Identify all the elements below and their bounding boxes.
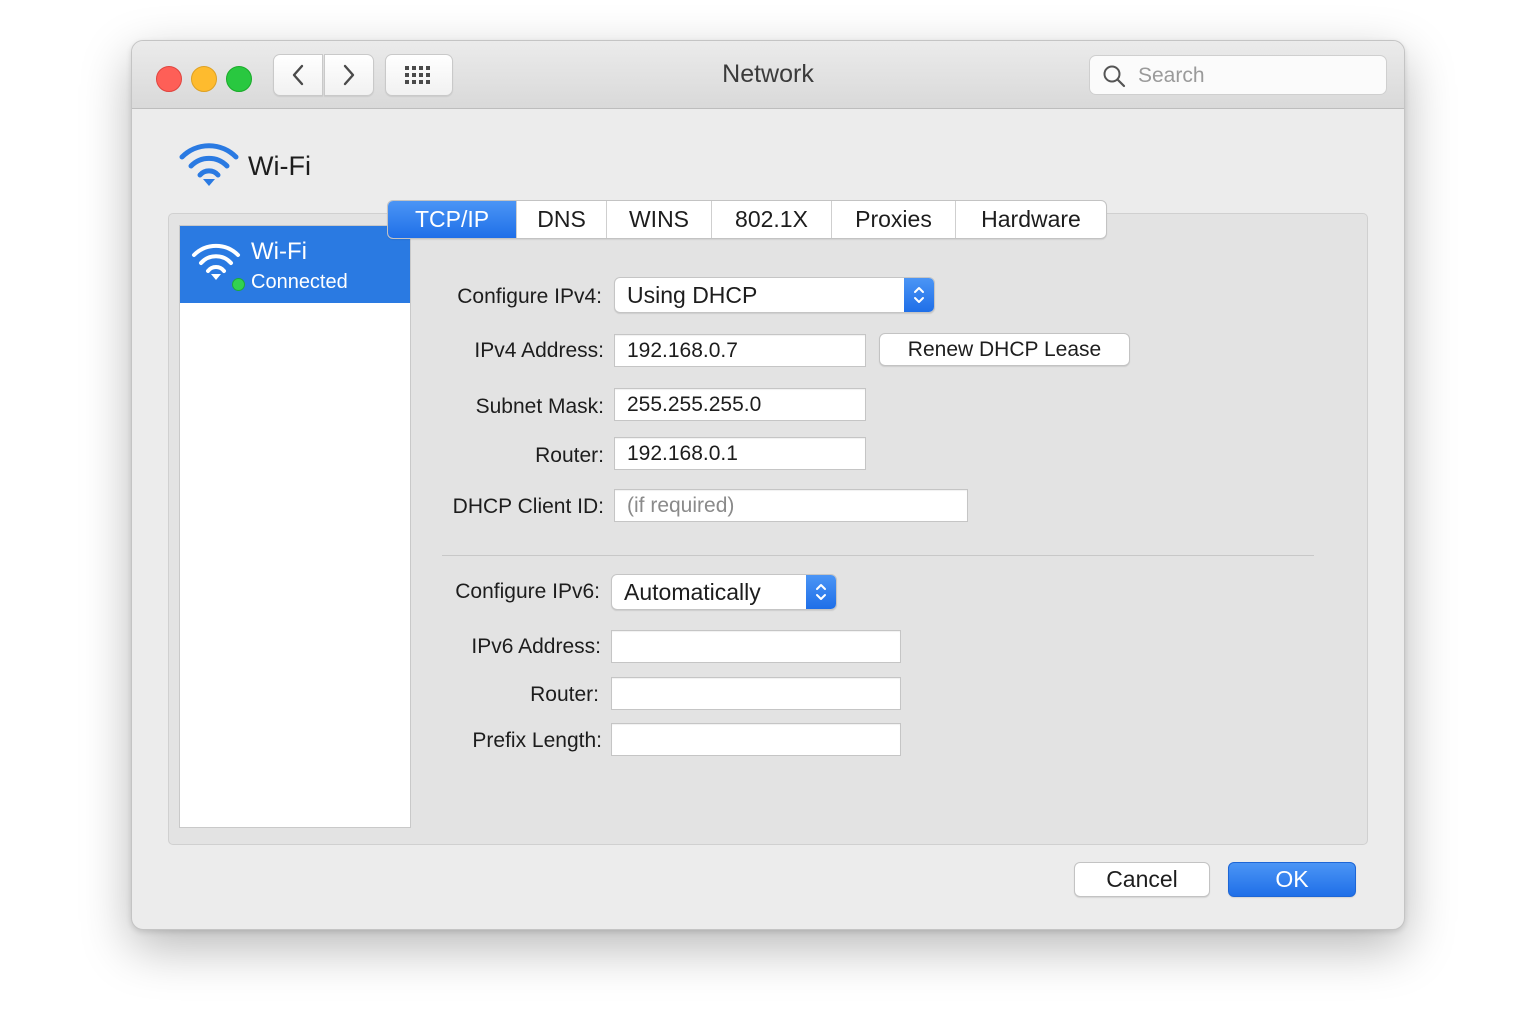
search-input[interactable] bbox=[1136, 60, 1380, 92]
wifi-icon bbox=[192, 243, 240, 280]
ipv4-address-field[interactable]: 192.168.0.7 bbox=[614, 334, 866, 367]
prefix-length-field[interactable] bbox=[611, 723, 901, 756]
configure-ipv4-value: Using DHCP bbox=[627, 282, 758, 308]
subnet-mask-field[interactable]: 255.255.255.0 bbox=[614, 388, 866, 421]
tab-wins[interactable]: WINS bbox=[607, 201, 712, 238]
tab-tcpip[interactable]: TCP/IP bbox=[388, 201, 517, 238]
ok-button[interactable]: OK bbox=[1228, 862, 1356, 897]
prefix-length-label: Prefix Length: bbox=[472, 729, 602, 752]
configure-ipv6-label: Configure IPv6: bbox=[455, 580, 600, 603]
popup-stepper-icon bbox=[904, 278, 934, 312]
wifi-icon bbox=[179, 143, 239, 186]
network-window: Network Wi-Fi Wi-Fi Connected bbox=[131, 40, 1405, 930]
page-title: Wi-Fi bbox=[248, 151, 311, 181]
configure-ipv4-select[interactable]: Using DHCP bbox=[614, 277, 935, 313]
service-name: Wi-Fi bbox=[251, 238, 307, 265]
ipv4-router-field[interactable]: 192.168.0.1 bbox=[614, 437, 866, 470]
cancel-button[interactable]: Cancel bbox=[1074, 862, 1210, 897]
service-item-wifi[interactable]: Wi-Fi Connected bbox=[180, 226, 410, 303]
configure-ipv4-label: Configure IPv4: bbox=[457, 285, 602, 308]
tab-8021x[interactable]: 802.1X bbox=[712, 201, 832, 238]
configure-ipv6-select[interactable]: Automatically bbox=[611, 574, 837, 610]
service-status: Connected bbox=[251, 271, 348, 293]
search-icon bbox=[1103, 65, 1126, 88]
subnet-mask-label: Subnet Mask: bbox=[475, 395, 604, 418]
title-bar: Network bbox=[132, 41, 1404, 109]
section-divider bbox=[442, 555, 1314, 556]
tab-hardware[interactable]: Hardware bbox=[956, 201, 1106, 238]
tab-proxies[interactable]: Proxies bbox=[832, 201, 956, 238]
ipv6-address-label: IPv6 Address: bbox=[471, 635, 601, 658]
ipv6-router-label: Router: bbox=[530, 683, 599, 706]
configure-ipv6-value: Automatically bbox=[624, 579, 761, 605]
dhcp-client-id-field[interactable]: (if required) bbox=[614, 489, 968, 522]
ipv4-address-label: IPv4 Address: bbox=[474, 339, 604, 362]
renew-dhcp-lease-button[interactable]: Renew DHCP Lease bbox=[879, 333, 1130, 366]
tab-bar: TCP/IP DNS WINS 802.1X Proxies Hardware bbox=[387, 200, 1107, 239]
search-field[interactable] bbox=[1089, 55, 1387, 95]
ipv6-address-field[interactable] bbox=[611, 630, 901, 663]
service-list[interactable]: Wi-Fi Connected bbox=[179, 225, 411, 828]
popup-stepper-icon bbox=[806, 575, 836, 609]
ipv4-router-label: Router: bbox=[535, 444, 604, 467]
tab-dns[interactable]: DNS bbox=[517, 201, 607, 238]
connected-status-icon bbox=[232, 278, 245, 291]
ipv6-router-field[interactable] bbox=[611, 677, 901, 710]
dhcp-client-id-label: DHCP Client ID: bbox=[452, 495, 604, 518]
